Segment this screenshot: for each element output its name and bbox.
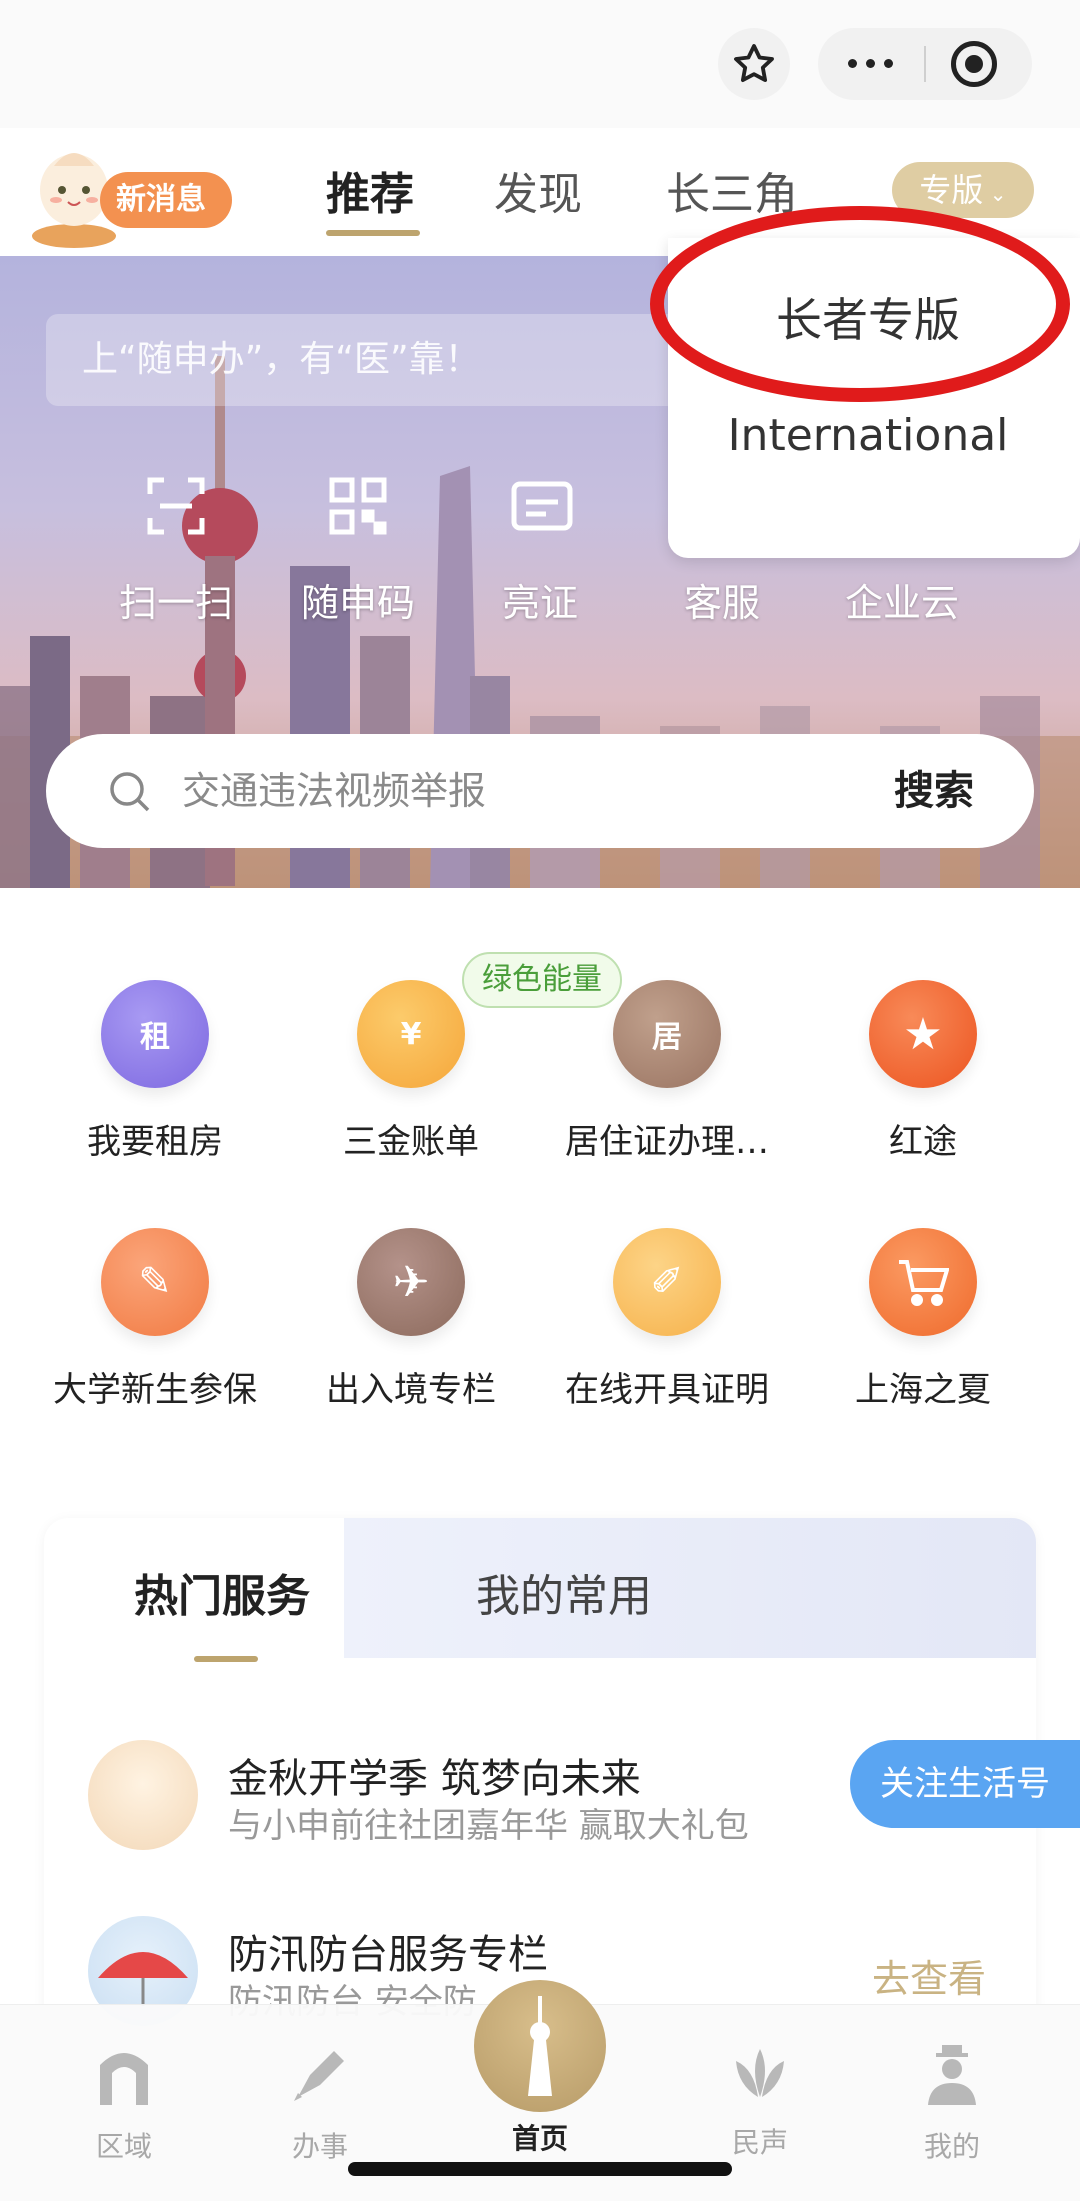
- tab-hot-services[interactable]: 热门服务: [134, 1560, 310, 1624]
- service-label: 红途: [889, 1122, 957, 1162]
- red-star-icon: ★: [869, 980, 977, 1088]
- quick-action-label: 客服: [683, 581, 760, 625]
- green-energy-badge: 绿色能量: [462, 952, 622, 1008]
- tab-label: 区域: [95, 2130, 152, 2163]
- service-label: 出入境专栏: [326, 1370, 496, 1410]
- home-tower-icon: [528, 1996, 552, 2096]
- service-immigration[interactable]: ✈ 出入境专栏: [286, 1228, 536, 1411]
- tab-label: 我的: [923, 2130, 980, 2163]
- home-center-button[interactable]: [474, 1980, 606, 2112]
- quick-action-label: 扫一扫: [118, 581, 233, 625]
- edition-label: 专版: [919, 171, 984, 209]
- scan-icon: [147, 477, 205, 535]
- tab-my-frequent[interactable]: 我的常用: [476, 1560, 652, 1624]
- card-tab-indicator: [194, 1656, 258, 1662]
- follow-life-account-button[interactable]: 关注生活号: [850, 1740, 1080, 1828]
- list-item-subtitle: 与小申前往社团嘉年华 赢取大礼包: [228, 1806, 749, 1846]
- quick-action-health-code[interactable]: 随申码: [288, 476, 428, 627]
- insurance-icon: ✎: [101, 1228, 209, 1336]
- card-header-background: [344, 1518, 1036, 1658]
- list-item-title: 防汛防台服务专栏: [228, 1932, 548, 1978]
- search-button[interactable]: 搜索: [894, 734, 974, 848]
- mini-program-top-bar: [0, 0, 1080, 128]
- tab-public-voice[interactable]: 民声: [690, 2045, 830, 2161]
- service-shanghai-summer[interactable]: 上海之夏: [798, 1228, 1048, 1411]
- quick-action-label: 亮证: [501, 581, 578, 625]
- active-tab-indicator: [326, 230, 420, 236]
- star-icon: [734, 44, 774, 83]
- service-label: 我要租房: [87, 1122, 223, 1162]
- service-rent-house[interactable]: 租 我要租房: [30, 980, 280, 1163]
- tab-label: 民声: [731, 2126, 788, 2159]
- quick-action-show-card[interactable]: 亮证: [470, 476, 610, 627]
- airplane-icon: ✈: [357, 1228, 465, 1336]
- tab-label: 办事: [291, 2130, 348, 2163]
- search-icon: [110, 772, 150, 812]
- tab-mine[interactable]: 我的: [882, 2045, 1022, 2165]
- quick-action-scan[interactable]: 扫一扫: [106, 476, 246, 627]
- pen-icon: [294, 2051, 344, 2101]
- service-label: 大学新生参保: [53, 1370, 257, 1410]
- tab-region[interactable]: 区域: [54, 2045, 194, 2165]
- chevron-down-icon: ⌄: [983, 182, 1007, 206]
- list-item-title: 金秋开学季 筑梦向未来: [228, 1756, 641, 1802]
- region-icon: [100, 2053, 148, 2105]
- fund-bill-icon: ¥: [357, 980, 465, 1088]
- lotus-icon: [736, 2049, 784, 2097]
- service-online-certificate[interactable]: ✐ 在线开具证明: [542, 1228, 792, 1411]
- capsule-divider: [924, 46, 926, 82]
- service-label: 三金账单: [343, 1122, 479, 1162]
- capsule-menu: [818, 28, 1032, 100]
- favorite-button[interactable]: [718, 28, 790, 100]
- service-label: 上海之夏: [855, 1370, 991, 1410]
- service-label: 居住证办理…: [565, 1122, 769, 1162]
- tab-yangtze-delta[interactable]: 长三角: [666, 158, 798, 222]
- card-icon: [511, 481, 573, 531]
- mascot-thumbnail-icon: [88, 1740, 198, 1850]
- tab-discover[interactable]: 发现: [494, 158, 582, 222]
- search-placeholder: 交通违法视频举报: [182, 769, 487, 813]
- service-student-insurance[interactable]: ✎ 大学新生参保: [30, 1228, 280, 1411]
- certificate-icon: ✐: [613, 1228, 721, 1336]
- rent-house-icon: 租: [101, 980, 209, 1088]
- tab-affairs[interactable]: 办事: [250, 2045, 390, 2165]
- tab-label: 首页: [511, 2122, 568, 2155]
- quick-action-label: 企业云: [844, 581, 959, 625]
- residence-permit-icon: 居: [613, 980, 721, 1088]
- search-bar[interactable]: 交通违法视频举报 搜索: [46, 734, 1034, 848]
- red-highlight-circle: [650, 206, 1070, 402]
- go-view-link[interactable]: 去查看: [872, 1948, 986, 2003]
- hero-slogan: 上“随申办”，有“医”靠！: [46, 314, 686, 406]
- shopping-cart-icon: [869, 1228, 977, 1336]
- qr-code-icon: [329, 477, 387, 535]
- home-indicator-bar: [348, 2162, 732, 2176]
- international-option[interactable]: International: [668, 410, 1068, 461]
- more-icon[interactable]: [848, 59, 893, 68]
- new-message-badge[interactable]: 新消息: [100, 172, 232, 228]
- service-label: 在线开具证明: [565, 1370, 769, 1410]
- close-target-icon[interactable]: [951, 41, 997, 87]
- quick-action-label: 随申码: [300, 581, 415, 625]
- profile-icon: [928, 2045, 976, 2105]
- service-red-tour[interactable]: ★ 红途: [798, 980, 1048, 1163]
- tab-recommend[interactable]: 推荐: [326, 158, 414, 222]
